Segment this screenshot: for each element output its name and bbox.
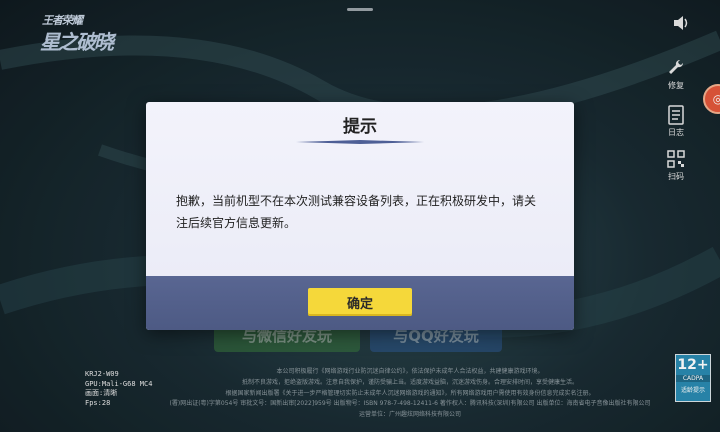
confirm-button[interactable]: 确定 — [308, 288, 412, 316]
dialog-message: 抱歉，当前机型不在本次测试兼容设备列表，正在积极研发中，请关注后续官方信息更新。 — [176, 194, 537, 230]
notice-dialog: 提示 抱歉，当前机型不在本次测试兼容设备列表，正在积极研发中，请关注后续官方信息… — [146, 102, 574, 330]
dialog-header: 提示 — [146, 102, 574, 144]
title-underline — [296, 140, 424, 144]
dialog-title: 提示 — [343, 117, 377, 137]
confirm-label: 确定 — [346, 296, 373, 312]
